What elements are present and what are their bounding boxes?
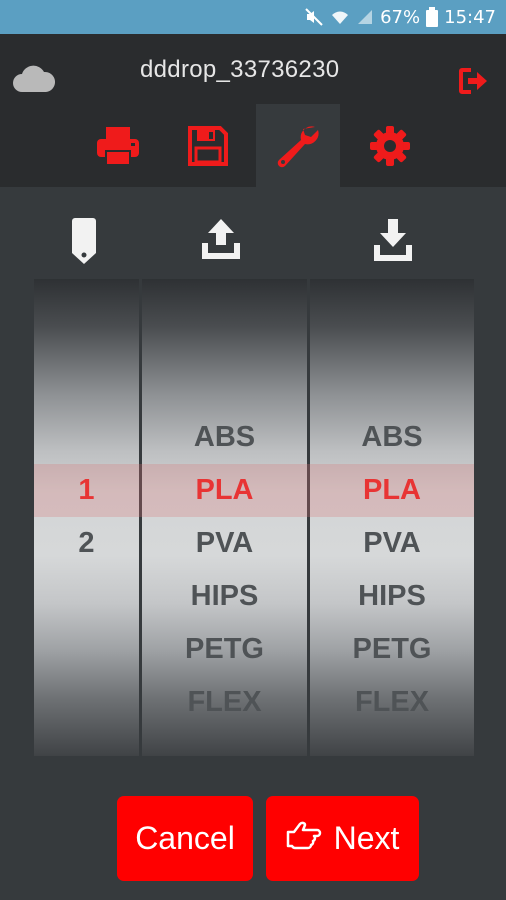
mute-icon [304, 7, 324, 27]
tag-icon [69, 217, 99, 270]
save-button[interactable] [166, 104, 250, 187]
cancel-label: Cancel [135, 820, 235, 856]
logout-icon[interactable] [457, 66, 493, 101]
gear-icon [370, 125, 410, 166]
cancel-button[interactable]: Cancel [117, 796, 253, 881]
tools-tab[interactable] [256, 104, 340, 187]
status-bar: 67% 15:47 [0, 0, 506, 34]
extruder-option-1[interactable]: 1 [34, 464, 139, 517]
load-option-pva[interactable]: PVA [310, 517, 474, 570]
battery-percent: 67% [380, 6, 421, 28]
load-option-flex[interactable]: FLEX [310, 676, 474, 729]
extruder-picker[interactable]: 1 2 [34, 279, 139, 756]
print-button[interactable] [76, 104, 160, 187]
print-icon [97, 126, 139, 166]
download-icon [372, 217, 414, 268]
load-option-petg[interactable]: PETG [310, 623, 474, 676]
wifi-icon [330, 7, 350, 27]
hand-point-right-icon [286, 820, 322, 858]
load-option-hips[interactable]: HIPS [310, 570, 474, 623]
next-label: Next [333, 820, 400, 856]
status-time: 15:47 [444, 6, 496, 28]
wrench-icon [277, 125, 319, 167]
load-option-pla[interactable]: PLA [310, 464, 474, 517]
device-name: dddrop_33736230 [140, 56, 340, 83]
save-icon [188, 125, 228, 166]
cloud-icon[interactable] [12, 64, 56, 99]
unload-option-pva[interactable]: PVA [142, 517, 307, 570]
upload-icon [200, 217, 242, 268]
load-option-abs[interactable]: ABS [310, 411, 474, 464]
unload-option-flex[interactable]: FLEX [142, 676, 307, 729]
settings-button[interactable] [348, 104, 432, 187]
app-header: dddrop_33736230 [0, 34, 506, 187]
battery-icon [426, 7, 439, 27]
signal-icon [356, 8, 374, 26]
unload-material-picker[interactable]: ABS PLA PVA HIPS PETG FLEX [142, 279, 307, 756]
extruder-option-2[interactable]: 2 [34, 517, 139, 570]
unload-option-hips[interactable]: HIPS [142, 570, 307, 623]
load-material-picker[interactable]: ABS PLA PVA HIPS PETG FLEX [310, 279, 474, 756]
next-button[interactable]: Next [266, 796, 419, 881]
unload-option-petg[interactable]: PETG [142, 623, 307, 676]
unload-option-abs[interactable]: ABS [142, 411, 307, 464]
filament-change-panel: 1 2 ABS PLA PVA HIPS PETG FLEX ABS PLA P… [0, 187, 506, 900]
unload-option-pla[interactable]: PLA [142, 464, 307, 517]
toolbar [0, 104, 506, 187]
material-pickers: 1 2 ABS PLA PVA HIPS PETG FLEX ABS PLA P… [34, 279, 474, 756]
